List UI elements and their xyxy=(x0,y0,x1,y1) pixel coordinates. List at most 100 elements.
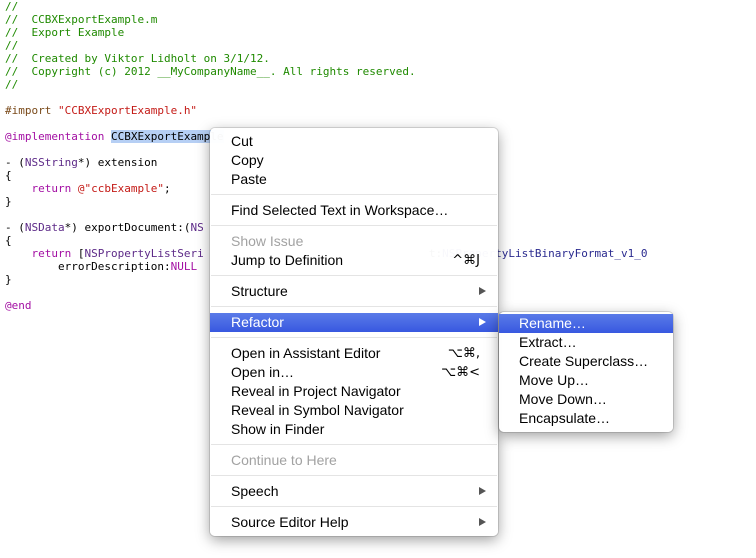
menu-item-show-issue: Show Issue xyxy=(210,232,498,251)
code-line: @end xyxy=(5,299,32,312)
code-token: { xyxy=(5,234,12,247)
menu-item-reveal-symbol-navigator[interactable]: Reveal in Symbol Navigator xyxy=(210,401,498,420)
menu-separator xyxy=(211,306,497,307)
code-line: { xyxy=(5,169,12,182)
menu-item-shortcut: ⌥⌘< xyxy=(441,365,480,380)
menu-item-open-assistant-editor[interactable]: Open in Assistant Editor ⌥⌘, xyxy=(210,344,498,363)
menu-item-show-in-finder[interactable]: Show in Finder xyxy=(210,420,498,439)
selected-text: CCBXExportExample xyxy=(110,130,224,143)
code-token: *) extension xyxy=(77,156,158,169)
code-token: @"ccbExample" xyxy=(77,182,164,195)
menu-item-structure[interactable]: Structure xyxy=(210,282,498,301)
submenu-arrow-icon xyxy=(479,487,486,495)
code-token: // Copyright (c) 2012 __MyCompanyName__.… xyxy=(5,65,416,78)
code-token: *) exportDocument:( xyxy=(64,221,191,234)
code-token: // xyxy=(5,39,19,52)
menu-item-label: Structure xyxy=(231,283,288,299)
menu-item-find-selected-text[interactable]: Find Selected Text in Workspace… xyxy=(210,201,498,220)
code-token: [ xyxy=(71,247,85,260)
menu-item-source-editor-help[interactable]: Source Editor Help xyxy=(210,513,498,532)
code-token: NS xyxy=(190,221,204,234)
code-token: } xyxy=(5,195,12,208)
menu-separator xyxy=(211,444,497,445)
code-line: - (NSString*) extension xyxy=(5,156,157,169)
submenu-item-rename[interactable]: Rename… xyxy=(499,314,673,333)
code-token: - ( xyxy=(5,156,25,169)
code-token: // CCBXExportExample.m xyxy=(5,13,158,26)
menu-item-label: Open in… xyxy=(231,364,295,380)
menu-item-label: Reveal in Symbol Navigator xyxy=(231,402,404,418)
submenu-item-label: Create Superclass… xyxy=(519,353,649,369)
code-token: errorDescription: xyxy=(5,260,171,273)
code-token: return xyxy=(31,182,72,195)
code-line: - (NSData*) exportDocument:(NS xyxy=(5,221,204,234)
code-token: return xyxy=(31,247,72,260)
code-token: NSData xyxy=(24,221,65,234)
submenu-item-create-superclass[interactable]: Create Superclass… xyxy=(499,352,673,371)
submenu-item-label: Rename… xyxy=(519,315,586,331)
code-token: // Export Example xyxy=(5,26,125,39)
menu-item-paste[interactable]: Paste xyxy=(210,170,498,189)
submenu-item-extract[interactable]: Extract… xyxy=(499,333,673,352)
menu-item-shortcut: ^⌘J xyxy=(452,253,480,268)
code-line: // xyxy=(5,78,18,91)
code-line: { xyxy=(5,234,12,247)
menu-item-label: Source Editor Help xyxy=(231,514,349,530)
menu-item-continue-to-here: Continue to Here xyxy=(210,451,498,470)
submenu-item-move-down[interactable]: Move Down… xyxy=(499,390,673,409)
menu-item-open-in[interactable]: Open in… ⌥⌘< xyxy=(210,363,498,382)
code-token: ; xyxy=(163,182,171,195)
menu-item-copy[interactable]: Copy xyxy=(210,151,498,170)
menu-item-label: Find Selected Text in Workspace… xyxy=(231,202,449,218)
code-token: } xyxy=(5,273,12,286)
code-token: // xyxy=(5,0,19,13)
submenu-item-label: Extract… xyxy=(519,334,577,350)
submenu-arrow-icon xyxy=(479,318,486,326)
menu-item-speech[interactable]: Speech xyxy=(210,482,498,501)
menu-item-label: Cut xyxy=(231,133,253,149)
submenu-item-label: Encapsulate… xyxy=(519,410,611,426)
code-token: "CCBXExportExample.h" xyxy=(57,104,198,117)
code-line: // xyxy=(5,0,18,13)
refactor-submenu: Rename… Extract… Create Superclass… Move Up… xyxy=(499,312,673,432)
code-line: #import "CCBXExportExample.h" xyxy=(5,104,197,117)
code-token: NULL xyxy=(170,260,198,273)
menu-item-jump-to-definition[interactable]: Jump to Definition ^⌘J xyxy=(210,251,498,270)
code-line: return @"ccbExample"; xyxy=(5,182,171,195)
code-token: { xyxy=(5,169,12,182)
code-token: - ( xyxy=(5,221,25,234)
menu-item-label: Jump to Definition xyxy=(231,252,344,268)
menu-separator xyxy=(211,194,497,195)
menu-item-label: Show in Finder xyxy=(231,421,325,437)
code-line: errorDescription:NULL xyxy=(5,260,197,273)
menu-separator xyxy=(211,337,497,338)
submenu-item-encapsulate[interactable]: Encapsulate… xyxy=(499,409,673,428)
menu-item-label: Reveal in Project Navigator xyxy=(231,383,401,399)
menu-item-cut[interactable]: Cut xyxy=(210,132,498,151)
code-line: // Export Example xyxy=(5,26,124,39)
menu-separator xyxy=(211,475,497,476)
menu-item-label: Paste xyxy=(231,171,267,187)
submenu-item-label: Move Up… xyxy=(519,372,590,388)
menu-item-refactor[interactable]: Refactor xyxy=(210,313,498,332)
menu-item-reveal-project-navigator[interactable]: Reveal in Project Navigator xyxy=(210,382,498,401)
menu-item-shortcut: ⌥⌘, xyxy=(447,346,480,361)
code-line: } xyxy=(5,273,12,286)
submenu-item-move-up[interactable]: Move Up… xyxy=(499,371,673,390)
menu-separator xyxy=(211,225,497,226)
menu-separator xyxy=(211,275,497,276)
menu-item-label: Speech xyxy=(231,483,279,499)
code-line: // xyxy=(5,39,18,52)
code-line: @implementation CCBXExportExample xyxy=(5,130,224,143)
code-token: // xyxy=(5,78,19,91)
submenu-arrow-icon xyxy=(479,518,486,526)
submenu-arrow-icon xyxy=(479,287,486,295)
code-line: // Created by Viktor Lidholt on 3/1/12. xyxy=(5,52,270,65)
code-line: // CCBXExportExample.m xyxy=(5,13,157,26)
code-token: #import xyxy=(5,104,58,117)
menu-separator xyxy=(211,506,497,507)
code-token: // Created by Viktor Lidholt on 3/1/12. xyxy=(5,52,270,65)
